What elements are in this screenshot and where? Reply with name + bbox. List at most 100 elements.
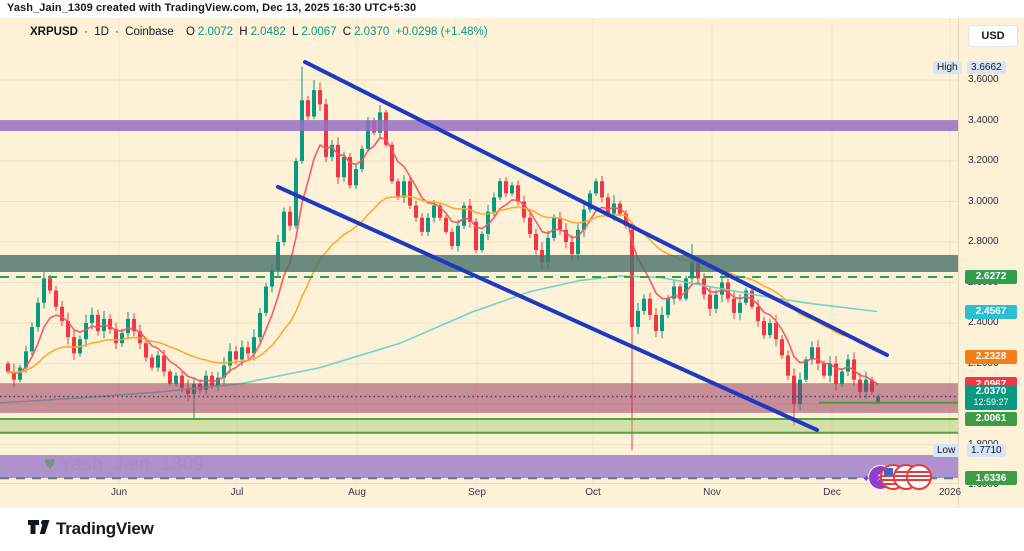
price-badge-2.2328: 2.2328 bbox=[965, 349, 1017, 364]
candle-body bbox=[156, 355, 160, 368]
candle-body bbox=[786, 355, 790, 376]
price-badge-2.0061: 2.0061 bbox=[965, 411, 1017, 426]
time-label-Jun: Jun bbox=[110, 487, 128, 498]
candle-body bbox=[30, 327, 34, 352]
candle-body bbox=[396, 181, 400, 198]
legend-exchange[interactable]: Coinbase bbox=[125, 26, 174, 38]
candle-body bbox=[354, 169, 358, 186]
candle-body bbox=[72, 337, 76, 354]
zone-resistance-purple bbox=[0, 120, 958, 132]
candle-body bbox=[48, 278, 52, 291]
high-label: High bbox=[933, 60, 962, 74]
time-label-Dec: Dec bbox=[823, 487, 841, 498]
candle-body bbox=[246, 347, 250, 354]
currency-toggle-button[interactable]: USD bbox=[968, 25, 1018, 47]
username-watermark: ♥ Yash_Jain_1309 bbox=[44, 453, 204, 476]
candle-body bbox=[150, 357, 154, 368]
candle-body bbox=[504, 181, 508, 194]
candle-body bbox=[780, 339, 784, 356]
time-label-Sep: Sep bbox=[468, 487, 486, 498]
candle-body bbox=[432, 205, 436, 218]
candle-body bbox=[528, 217, 532, 234]
candle-body bbox=[54, 290, 58, 307]
price-axis[interactable]: USD 3.60003.40003.20003.00002.80002.6000… bbox=[933, 18, 1024, 505]
price-badge-2.6272: 2.6272 bbox=[965, 269, 1017, 284]
watermark-username: Yash_Jain_1309 bbox=[59, 453, 205, 475]
candle-body bbox=[144, 343, 148, 358]
countdown-timer: 12:59:27 bbox=[973, 397, 1009, 407]
candle-body bbox=[534, 233, 538, 251]
candle-body bbox=[636, 310, 640, 328]
candle-body bbox=[444, 217, 448, 232]
candle-body bbox=[666, 298, 670, 315]
tradingview-logo-icon bbox=[28, 520, 50, 534]
candle-body bbox=[42, 278, 46, 303]
sparkle-icon: ✦ bbox=[862, 473, 871, 485]
candle-body bbox=[162, 355, 166, 372]
attribution-bar: Yash_Jain_1309 created with TradingView.… bbox=[0, 0, 1024, 18]
candle-body bbox=[312, 90, 316, 117]
legend-interval[interactable]: 1D bbox=[94, 26, 109, 38]
candle-body bbox=[240, 347, 244, 360]
price-tick: 3.2000 bbox=[968, 155, 999, 166]
legend-change: +0.0298 (+1.48%) bbox=[395, 26, 488, 38]
legend-close-value: 2.0370 bbox=[354, 26, 390, 38]
legend-high-label: H bbox=[239, 26, 248, 38]
candle-body bbox=[234, 351, 238, 360]
candle-body bbox=[774, 323, 778, 340]
time-label-Aug: Aug bbox=[348, 487, 366, 498]
symbol-legend[interactable]: XRPUSD · 1D · Coinbase O 2.0072 H 2.0482 L… bbox=[30, 26, 491, 38]
attribution-text: Yash_Jain_1309 created with TradingView.… bbox=[7, 2, 417, 14]
candle-body bbox=[36, 302, 40, 328]
candle-body bbox=[336, 144, 340, 178]
candle-body bbox=[258, 312, 262, 338]
candle-body bbox=[126, 318, 130, 334]
legend-symbol[interactable]: XRPUSD bbox=[30, 26, 78, 38]
candle-body bbox=[822, 363, 826, 376]
candle-body bbox=[714, 294, 718, 309]
candle-body bbox=[402, 181, 406, 198]
candle-body bbox=[120, 333, 124, 344]
heart-icon: ♥ bbox=[44, 453, 56, 475]
candle-body bbox=[414, 205, 418, 218]
time-label-2026: 2026 bbox=[938, 487, 962, 498]
candle-body bbox=[174, 375, 178, 384]
candle-body bbox=[654, 314, 658, 332]
tradingview-logo[interactable]: TradingView bbox=[28, 519, 154, 539]
legend-sep: · bbox=[115, 26, 119, 38]
tradingview-chart-window: Yash_Jain_1309 created with TradingView.… bbox=[0, 0, 1024, 551]
price-badge-2.0370: 2.0370 12:59:27 bbox=[965, 384, 1017, 410]
candle-body bbox=[168, 371, 172, 384]
candle-body bbox=[450, 231, 454, 247]
legend-close-label: C bbox=[342, 26, 352, 38]
legend-open-value: 2.0072 bbox=[197, 26, 234, 38]
legend-high-value: 2.0482 bbox=[250, 26, 286, 38]
candle-body bbox=[516, 185, 520, 202]
candle-body bbox=[270, 270, 274, 287]
candle-body bbox=[600, 181, 604, 198]
candle-body bbox=[732, 298, 736, 313]
emoji-sticker[interactable]: ⚡ ✦ bbox=[862, 464, 932, 490]
time-label-Nov: Nov bbox=[703, 487, 721, 498]
candle-body bbox=[288, 211, 292, 226]
low-label: Low bbox=[933, 444, 960, 458]
candle-body bbox=[342, 156, 346, 178]
price-tick: 2.4000 bbox=[968, 317, 999, 328]
candle-body bbox=[594, 181, 598, 194]
candle-body bbox=[228, 351, 232, 366]
candle-body bbox=[408, 181, 412, 206]
candle-body bbox=[510, 185, 514, 194]
candle-body bbox=[6, 363, 10, 372]
candle-body bbox=[708, 294, 712, 309]
us-flag-icon bbox=[906, 464, 932, 490]
candle-body bbox=[306, 100, 310, 117]
candle-body bbox=[492, 197, 496, 212]
time-axis[interactable]: Jun Jul Aug Sep Oct Nov Dec 2026 bbox=[0, 484, 962, 505]
legend-sep: · bbox=[84, 26, 88, 38]
candle-body bbox=[90, 314, 94, 323]
low-value: 1.7710 bbox=[967, 444, 1006, 458]
tradingview-brand-text: TradingView bbox=[56, 519, 154, 538]
time-label-Jul: Jul bbox=[230, 487, 244, 498]
candle-body bbox=[756, 306, 760, 321]
candle-body bbox=[480, 233, 484, 251]
